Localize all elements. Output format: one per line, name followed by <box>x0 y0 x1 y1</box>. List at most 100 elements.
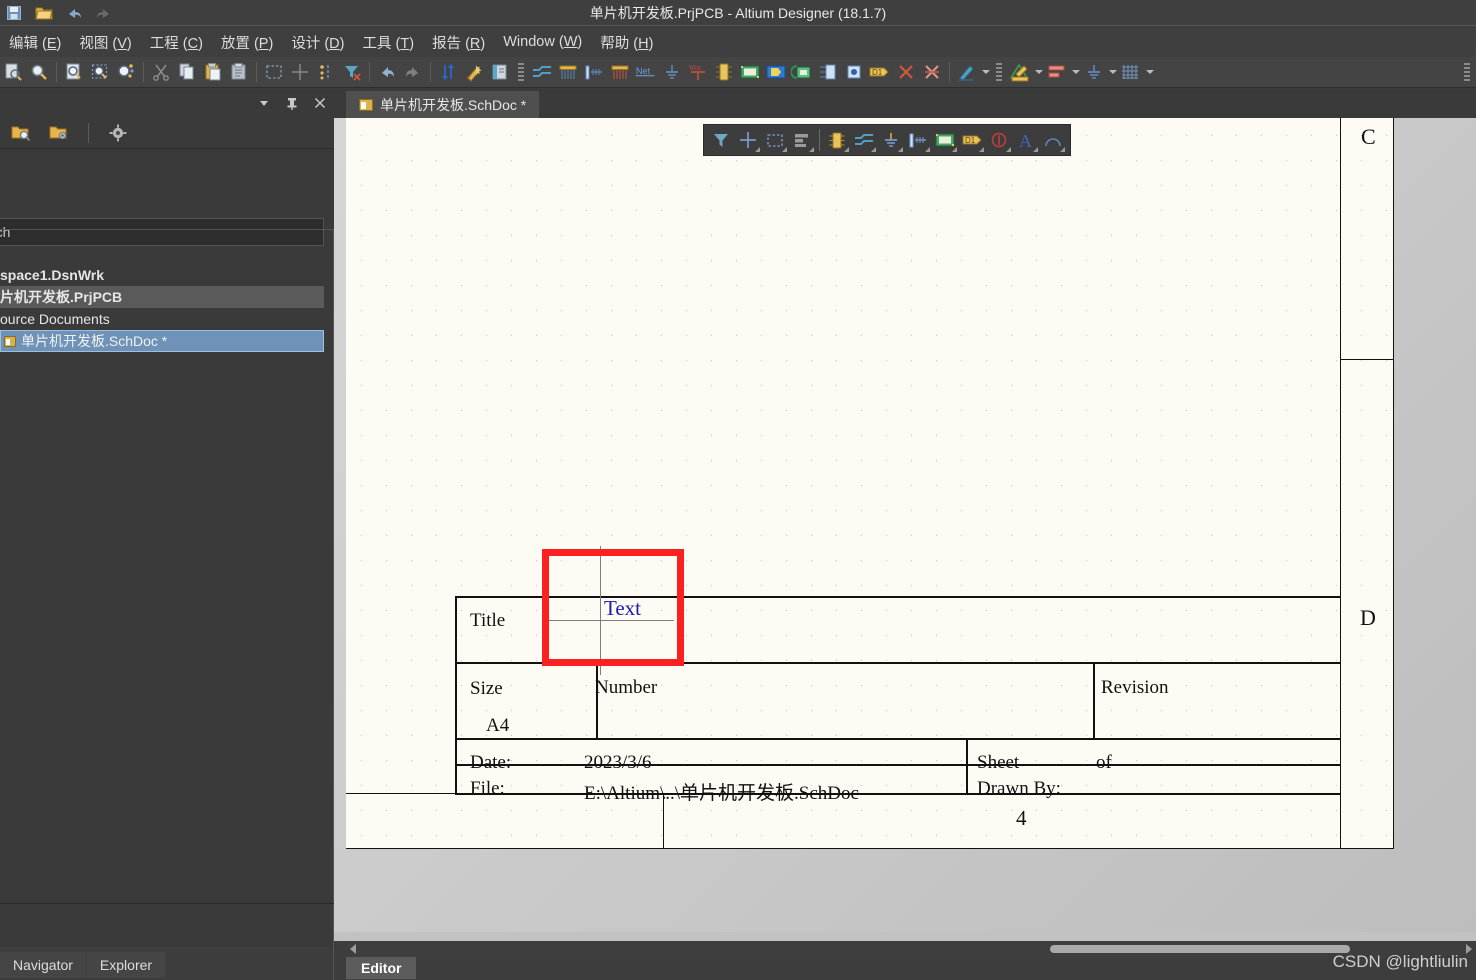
zoom-find-icon[interactable] <box>27 60 51 84</box>
title-label: Title <box>470 610 506 631</box>
place-bus-icon[interactable] <box>556 60 580 84</box>
place-port-icon[interactable]: D1 <box>959 127 985 153</box>
grid-icon[interactable] <box>1119 60 1143 84</box>
align-dropdown-icon[interactable] <box>1070 60 1081 84</box>
place-no-erc-icon[interactable] <box>986 127 1012 153</box>
menu-item-design[interactable]: 设计 (D) <box>282 29 353 56</box>
select-area-icon[interactable] <box>762 127 788 153</box>
place-directive-icon[interactable]: D1 <box>868 60 892 84</box>
zone-number-4: 4 <box>1016 806 1027 830</box>
undo-icon[interactable] <box>375 60 399 84</box>
align-icon[interactable] <box>789 127 815 153</box>
schematic-editor-canvas[interactable]: C D 4 Title Size A4 Number Revision Date… <box>334 118 1476 940</box>
panel-bottom-tabs: Navigator Explorer <box>0 950 334 980</box>
horizontal-scrollbar[interactable] <box>346 941 1476 957</box>
paste-icon[interactable] <box>201 60 225 84</box>
zoom-area-icon[interactable] <box>88 60 112 84</box>
redo-icon[interactable] <box>94 3 114 23</box>
zoom-fit-icon[interactable] <box>62 60 86 84</box>
save-icon[interactable] <box>4 3 24 23</box>
toolbar-grip[interactable] <box>517 61 525 83</box>
select-objects-icon[interactable] <box>314 60 338 84</box>
settings-gear-icon[interactable] <box>106 121 130 145</box>
place-sheet-entry-icon[interactable] <box>764 60 788 84</box>
toolbar-overflow-grip[interactable] <box>1463 61 1471 83</box>
pin-icon[interactable] <box>284 95 300 111</box>
copy-icon[interactable] <box>175 60 199 84</box>
cut-icon[interactable] <box>149 60 173 84</box>
undo-icon[interactable] <box>64 3 84 23</box>
place-sheet-symbol-icon[interactable] <box>738 60 762 84</box>
select-area-icon[interactable] <box>262 60 286 84</box>
schematic-sheet[interactable]: C D 4 Title Size A4 Number Revision Date… <box>346 118 1394 849</box>
open-project-icon[interactable] <box>488 60 512 84</box>
place-sheet-symbol-icon[interactable] <box>932 127 958 153</box>
tree-item-schdoc[interactable]: 单片机开发板.SchDoc * <box>0 330 324 352</box>
move-icon[interactable] <box>288 60 312 84</box>
menu-item-window[interactable]: Window (W) <box>494 31 591 53</box>
menu-item-reports[interactable]: 报告 (R) <box>423 29 494 56</box>
menu-item-view[interactable]: 视图 (V) <box>70 29 140 56</box>
place-bus-entry-icon[interactable] <box>582 60 606 84</box>
toolbar-grip[interactable] <box>995 61 1003 83</box>
tab-editor[interactable]: Editor <box>346 956 417 979</box>
scrollbar-thumb[interactable] <box>1050 945 1350 953</box>
zoom-selected-icon[interactable] <box>114 60 138 84</box>
align-icon[interactable] <box>1045 60 1069 84</box>
tab-navigator[interactable]: Navigator <box>0 952 86 978</box>
menu-item-place[interactable]: 放置 (P) <box>212 29 282 56</box>
place-net-label-icon[interactable]: Net <box>634 60 658 84</box>
draw-line-icon[interactable] <box>955 60 979 84</box>
place-text-icon[interactable]: A <box>1013 127 1039 153</box>
menu-item-project[interactable]: 工程 (C) <box>141 29 212 56</box>
panel-body: rch space1.DsnWrk 片机开发板.PrjPCB ource Doc… <box>0 209 334 980</box>
place-arc-icon[interactable] <box>1040 127 1066 153</box>
tab-explorer[interactable]: Explorer <box>86 952 166 978</box>
search-placeholder-text: rch <box>0 224 11 240</box>
search-input[interactable]: rch <box>0 218 324 246</box>
open-project-icon[interactable] <box>9 121 33 145</box>
menu-item-edit[interactable]: 编辑 (E) <box>0 29 70 56</box>
zoom-document-icon[interactable] <box>1 60 25 84</box>
number-label: Number <box>595 677 658 698</box>
place-vcc-icon[interactable]: Vcc <box>686 60 710 84</box>
tree-item-source-documents[interactable]: ource Documents <box>0 308 334 330</box>
place-wire-icon[interactable] <box>530 60 554 84</box>
delete-no-erc-icon[interactable] <box>920 60 944 84</box>
clear-filter-icon[interactable] <box>340 60 364 84</box>
menu-item-help[interactable]: 帮助 (H) <box>591 29 662 56</box>
paste-special-icon[interactable] <box>227 60 251 84</box>
project-options-icon[interactable] <box>47 121 71 145</box>
no-erc-icon[interactable] <box>894 60 918 84</box>
draw-line-dropdown-icon[interactable] <box>980 60 991 84</box>
place-part-icon[interactable] <box>712 60 736 84</box>
open-folder-icon[interactable] <box>34 3 54 23</box>
dimension-dropdown-icon[interactable] <box>1033 60 1044 84</box>
grid-dropdown-icon[interactable] <box>1144 60 1155 84</box>
cross-probe-icon[interactable] <box>436 60 460 84</box>
gnd-power-icon[interactable] <box>1082 60 1106 84</box>
place-device-sheet-icon[interactable] <box>790 60 814 84</box>
place-gnd-icon[interactable] <box>660 60 684 84</box>
place-bus-entry-icon[interactable] <box>905 127 931 153</box>
place-offsheet-icon[interactable] <box>842 60 866 84</box>
dimension-icon[interactable] <box>1008 60 1032 84</box>
redo-icon[interactable] <box>401 60 425 84</box>
close-icon[interactable] <box>312 95 328 111</box>
panel-header <box>0 89 334 117</box>
menu-item-tools[interactable]: 工具 (T) <box>354 29 424 56</box>
place-part-icon[interactable] <box>824 127 850 153</box>
tab-label: Explorer <box>99 957 153 973</box>
filter-icon[interactable] <box>708 127 734 153</box>
chevron-down-icon[interactable] <box>256 95 272 111</box>
place-wire-icon[interactable] <box>851 127 877 153</box>
place-gnd-icon[interactable] <box>878 127 904 153</box>
place-port-icon[interactable] <box>816 60 840 84</box>
document-tab-schdoc[interactable]: 单片机开发板.SchDoc * <box>346 91 540 118</box>
annotate-icon[interactable] <box>462 60 486 84</box>
tree-item-project[interactable]: 片机开发板.PrjPCB <box>0 286 324 308</box>
tree-item-workspace[interactable]: space1.DsnWrk <box>0 264 334 286</box>
place-signal-harness-icon[interactable] <box>608 60 632 84</box>
crosshair-icon[interactable] <box>735 127 761 153</box>
gnd-power-dropdown-icon[interactable] <box>1107 60 1118 84</box>
